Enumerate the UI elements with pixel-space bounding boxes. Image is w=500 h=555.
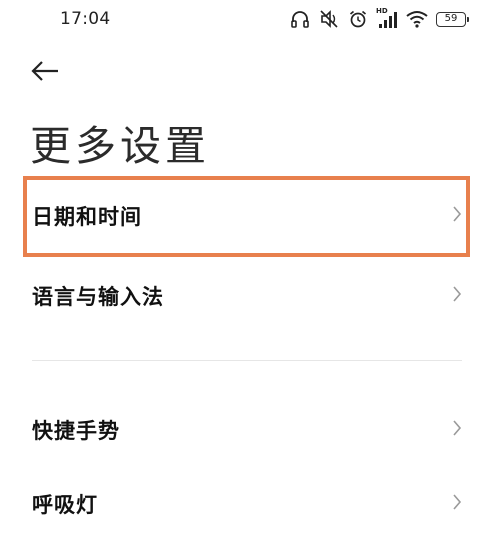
vibrate-mute-icon [318,9,340,29]
settings-item-language-input[interactable]: 语言与输入法 [0,260,500,332]
chevron-right-icon [452,419,462,441]
signal-icon: HD [376,7,398,30]
headphones-icon [290,9,310,29]
chevron-right-icon [452,205,462,227]
hd-label: HD [376,7,388,15]
chevron-right-icon [452,493,462,515]
settings-item-label: 语言与输入法 [32,285,164,309]
wifi-icon [406,10,428,28]
battery-level: 59 [444,13,458,24]
chevron-right-icon [452,285,462,307]
settings-item-label: 快捷手势 [32,419,120,443]
settings-item-breathing-light[interactable]: 呼吸灯 [0,468,500,540]
settings-item-label: 日期和时间 [32,205,142,229]
status-bar: 17:04 HD 59 [0,0,500,40]
page-title: 更多设置 [30,122,210,170]
back-button[interactable] [30,58,66,88]
settings-item-label: 呼吸灯 [32,493,98,517]
back-arrow-icon [30,60,60,86]
status-icons: HD 59 [290,7,469,30]
battery-icon: 59 [436,11,469,27]
section-divider [32,360,462,361]
settings-item-gestures[interactable]: 快捷手势 [0,394,500,466]
status-time: 17:04 [60,9,111,29]
settings-item-date-time[interactable]: 日期和时间 [0,180,500,252]
alarm-icon [348,9,368,29]
